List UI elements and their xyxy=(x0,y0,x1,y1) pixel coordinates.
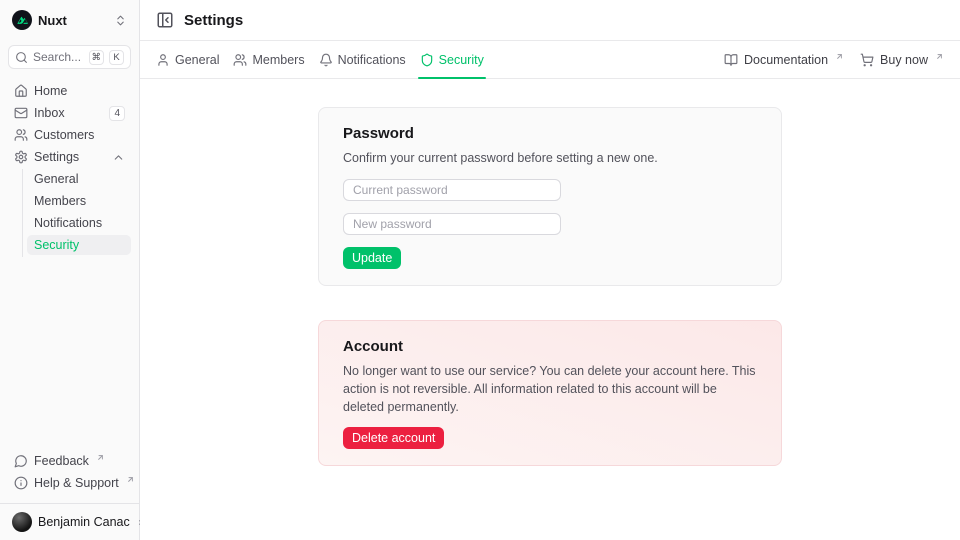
tab-label: Notifications xyxy=(338,53,406,67)
tab-notifications[interactable]: Notifications xyxy=(319,41,406,78)
users-icon xyxy=(233,53,247,67)
toolbar-link-label: Buy now xyxy=(880,53,928,67)
password-card-description: Confirm your current password before set… xyxy=(343,149,757,167)
external-link-icon xyxy=(935,52,944,61)
sidebar-item-settings[interactable]: Settings xyxy=(8,147,131,167)
sidebar-item-label: Home xyxy=(34,84,67,98)
sidebar-item-label: Settings xyxy=(34,150,79,164)
account-card-description: No longer want to use our service? You c… xyxy=(343,362,757,416)
external-link-icon xyxy=(126,475,135,484)
user-icon xyxy=(156,53,170,67)
collapse-sidebar-button[interactable] xyxy=(156,11,174,29)
documentation-link[interactable]: Documentation xyxy=(724,52,844,68)
settings-subnav: General Members Notifications Security xyxy=(22,169,131,257)
sidebar-item-members[interactable]: Members xyxy=(27,191,131,211)
feedback-link[interactable]: Feedback xyxy=(8,451,131,471)
shield-icon xyxy=(420,53,434,67)
settings-tabs-bar: General Members Notifications Security D… xyxy=(140,41,960,79)
new-password-field[interactable] xyxy=(343,213,561,235)
toolbar-links: Documentation Buy now xyxy=(724,52,944,68)
delete-account-button[interactable]: Delete account xyxy=(343,427,444,449)
chevron-up-icon xyxy=(112,151,125,164)
chevrons-up-down-icon xyxy=(114,14,127,27)
account-card: Account No longer want to use our servic… xyxy=(318,320,782,465)
sidebar-item-label: Members xyxy=(34,194,86,208)
tab-members[interactable]: Members xyxy=(233,41,304,78)
workspace-selector[interactable]: Nuxt xyxy=(8,8,131,32)
sidebar-item-label: General xyxy=(34,172,78,186)
book-open-icon xyxy=(724,53,738,67)
current-password-field[interactable] xyxy=(343,179,561,201)
footer-item-label: Help & Support xyxy=(34,476,119,490)
sidebar-nav: Home Inbox 4 Customers Settings xyxy=(8,81,131,257)
kbd-k: K xyxy=(109,50,124,65)
kbd-cmd: ⌘ xyxy=(89,50,105,65)
inbox-count-badge: 4 xyxy=(109,106,125,121)
password-card-title: Password xyxy=(343,125,757,143)
sidebar-item-customers[interactable]: Customers xyxy=(8,125,131,145)
inbox-icon xyxy=(14,106,28,120)
user-menu[interactable]: Benjamin Canac xyxy=(0,504,139,540)
sidebar-item-label: Inbox xyxy=(34,106,65,120)
update-password-button[interactable]: Update xyxy=(343,247,401,269)
tab-label: Security xyxy=(439,53,484,67)
sidebar-item-general[interactable]: General xyxy=(27,169,131,189)
page-title: Settings xyxy=(184,12,243,29)
help-support-link[interactable]: Help & Support xyxy=(8,473,131,493)
external-link-icon xyxy=(835,52,844,61)
sidebar-item-security[interactable]: Security xyxy=(27,235,131,255)
message-circle-icon xyxy=(14,454,28,468)
sidebar: Nuxt Search... ⌘ K Home Inbox 4 xyxy=(0,0,140,540)
buy-now-link[interactable]: Buy now xyxy=(860,52,944,68)
tab-security[interactable]: Security xyxy=(420,41,484,78)
sidebar-item-label: Notifications xyxy=(34,216,102,230)
tab-label: General xyxy=(175,53,219,67)
sidebar-item-label: Customers xyxy=(34,128,94,142)
sidebar-item-label: Security xyxy=(34,238,79,252)
account-card-title: Account xyxy=(343,338,757,356)
main-panel: Settings General Members Notifications S… xyxy=(140,0,960,540)
sidebar-top: Nuxt Search... ⌘ K Home Inbox 4 xyxy=(0,0,139,257)
sidebar-item-notifications[interactable]: Notifications xyxy=(27,213,131,233)
content-area: Password Confirm your current password b… xyxy=(140,79,960,540)
shopping-cart-icon xyxy=(860,53,874,67)
bell-icon xyxy=(319,53,333,67)
footer-item-label: Feedback xyxy=(34,454,89,468)
sidebar-item-home[interactable]: Home xyxy=(8,81,131,101)
home-icon xyxy=(14,84,28,98)
tab-label: Members xyxy=(252,53,304,67)
page-header: Settings xyxy=(140,0,960,41)
tab-general[interactable]: General xyxy=(156,41,219,78)
avatar xyxy=(12,512,32,532)
workspace-name: Nuxt xyxy=(38,13,108,28)
users-icon xyxy=(14,128,28,142)
info-circle-icon xyxy=(14,476,28,490)
search-placeholder: Search... xyxy=(33,50,84,64)
user-name: Benjamin Canac xyxy=(38,515,130,529)
external-link-icon xyxy=(96,453,105,462)
search-icon xyxy=(15,51,28,64)
sidebar-footer: Feedback Help & Support xyxy=(0,451,139,499)
search-input[interactable]: Search... ⌘ K xyxy=(8,45,131,69)
gear-icon xyxy=(14,150,28,164)
password-card: Password Confirm your current password b… xyxy=(318,107,782,286)
nuxt-logo-icon xyxy=(12,10,32,30)
toolbar-link-label: Documentation xyxy=(744,53,828,67)
app: Nuxt Search... ⌘ K Home Inbox 4 xyxy=(0,0,960,540)
sidebar-item-inbox[interactable]: Inbox 4 xyxy=(8,103,131,123)
panel-left-close-icon xyxy=(156,11,174,29)
